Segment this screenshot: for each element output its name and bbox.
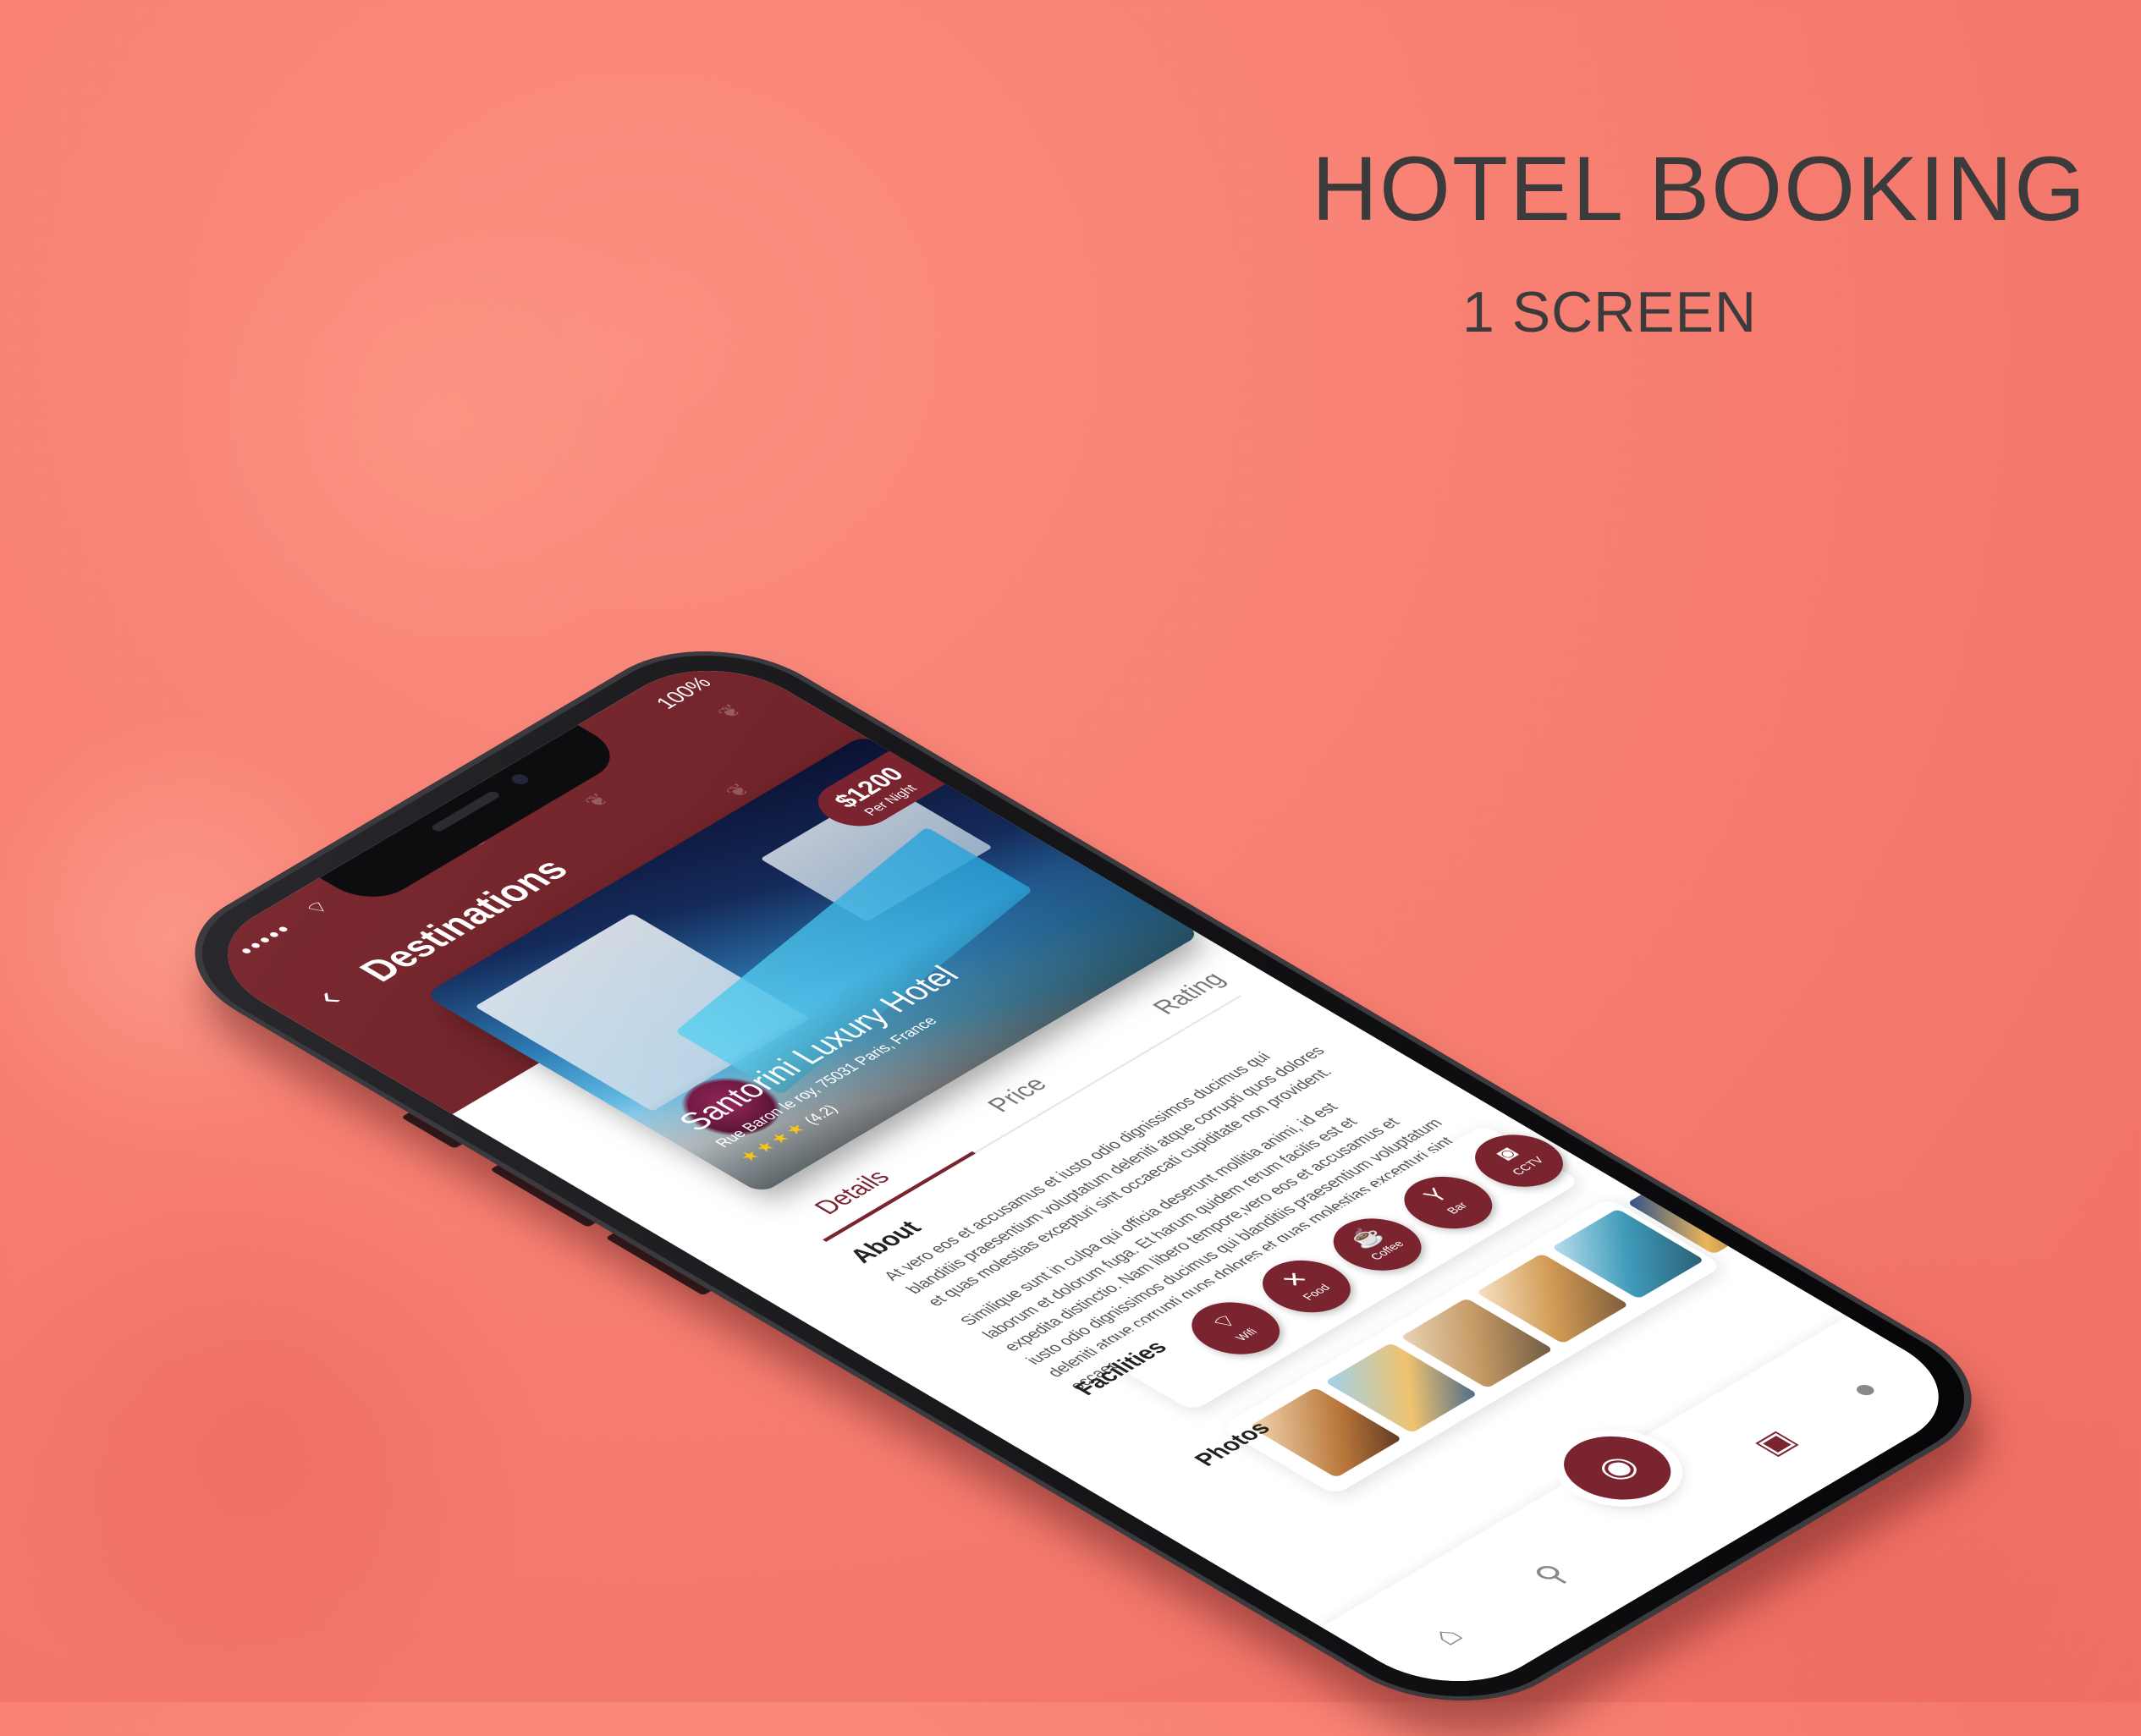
tab-price[interactable]: Price bbox=[980, 1073, 1054, 1117]
tab-rating[interactable]: Rating bbox=[1146, 968, 1232, 1019]
app-screen: ❦ ❦ ❦ ❦ ●●●●● ⌔ 100% ‹ Destinations bbox=[185, 646, 1981, 1706]
camera-icon: ◉ bbox=[1585, 1449, 1649, 1487]
leaf-pattern-icon: ❦ bbox=[711, 700, 749, 722]
camera-button[interactable]: ◉ bbox=[1542, 1423, 1693, 1513]
facility-more-count: +3 bbox=[1566, 1105, 1613, 1133]
home-icon[interactable]: ⌂ bbox=[1422, 1621, 1472, 1651]
user-icon[interactable]: ● bbox=[1839, 1375, 1890, 1404]
search-icon[interactable]: ⚲ bbox=[1524, 1558, 1579, 1590]
tab-details[interactable]: Details bbox=[807, 1166, 897, 1219]
mockup-stage: ❦ ❦ ❦ ❦ ●●●●● ⌔ 100% ‹ Destinations bbox=[0, 0, 2141, 1732]
briefcase-icon[interactable]: ▣ bbox=[1745, 1425, 1806, 1460]
phone-mockup: ❦ ❦ ❦ ❦ ●●●●● ⌔ 100% ‹ Destinations bbox=[142, 620, 2024, 1732]
